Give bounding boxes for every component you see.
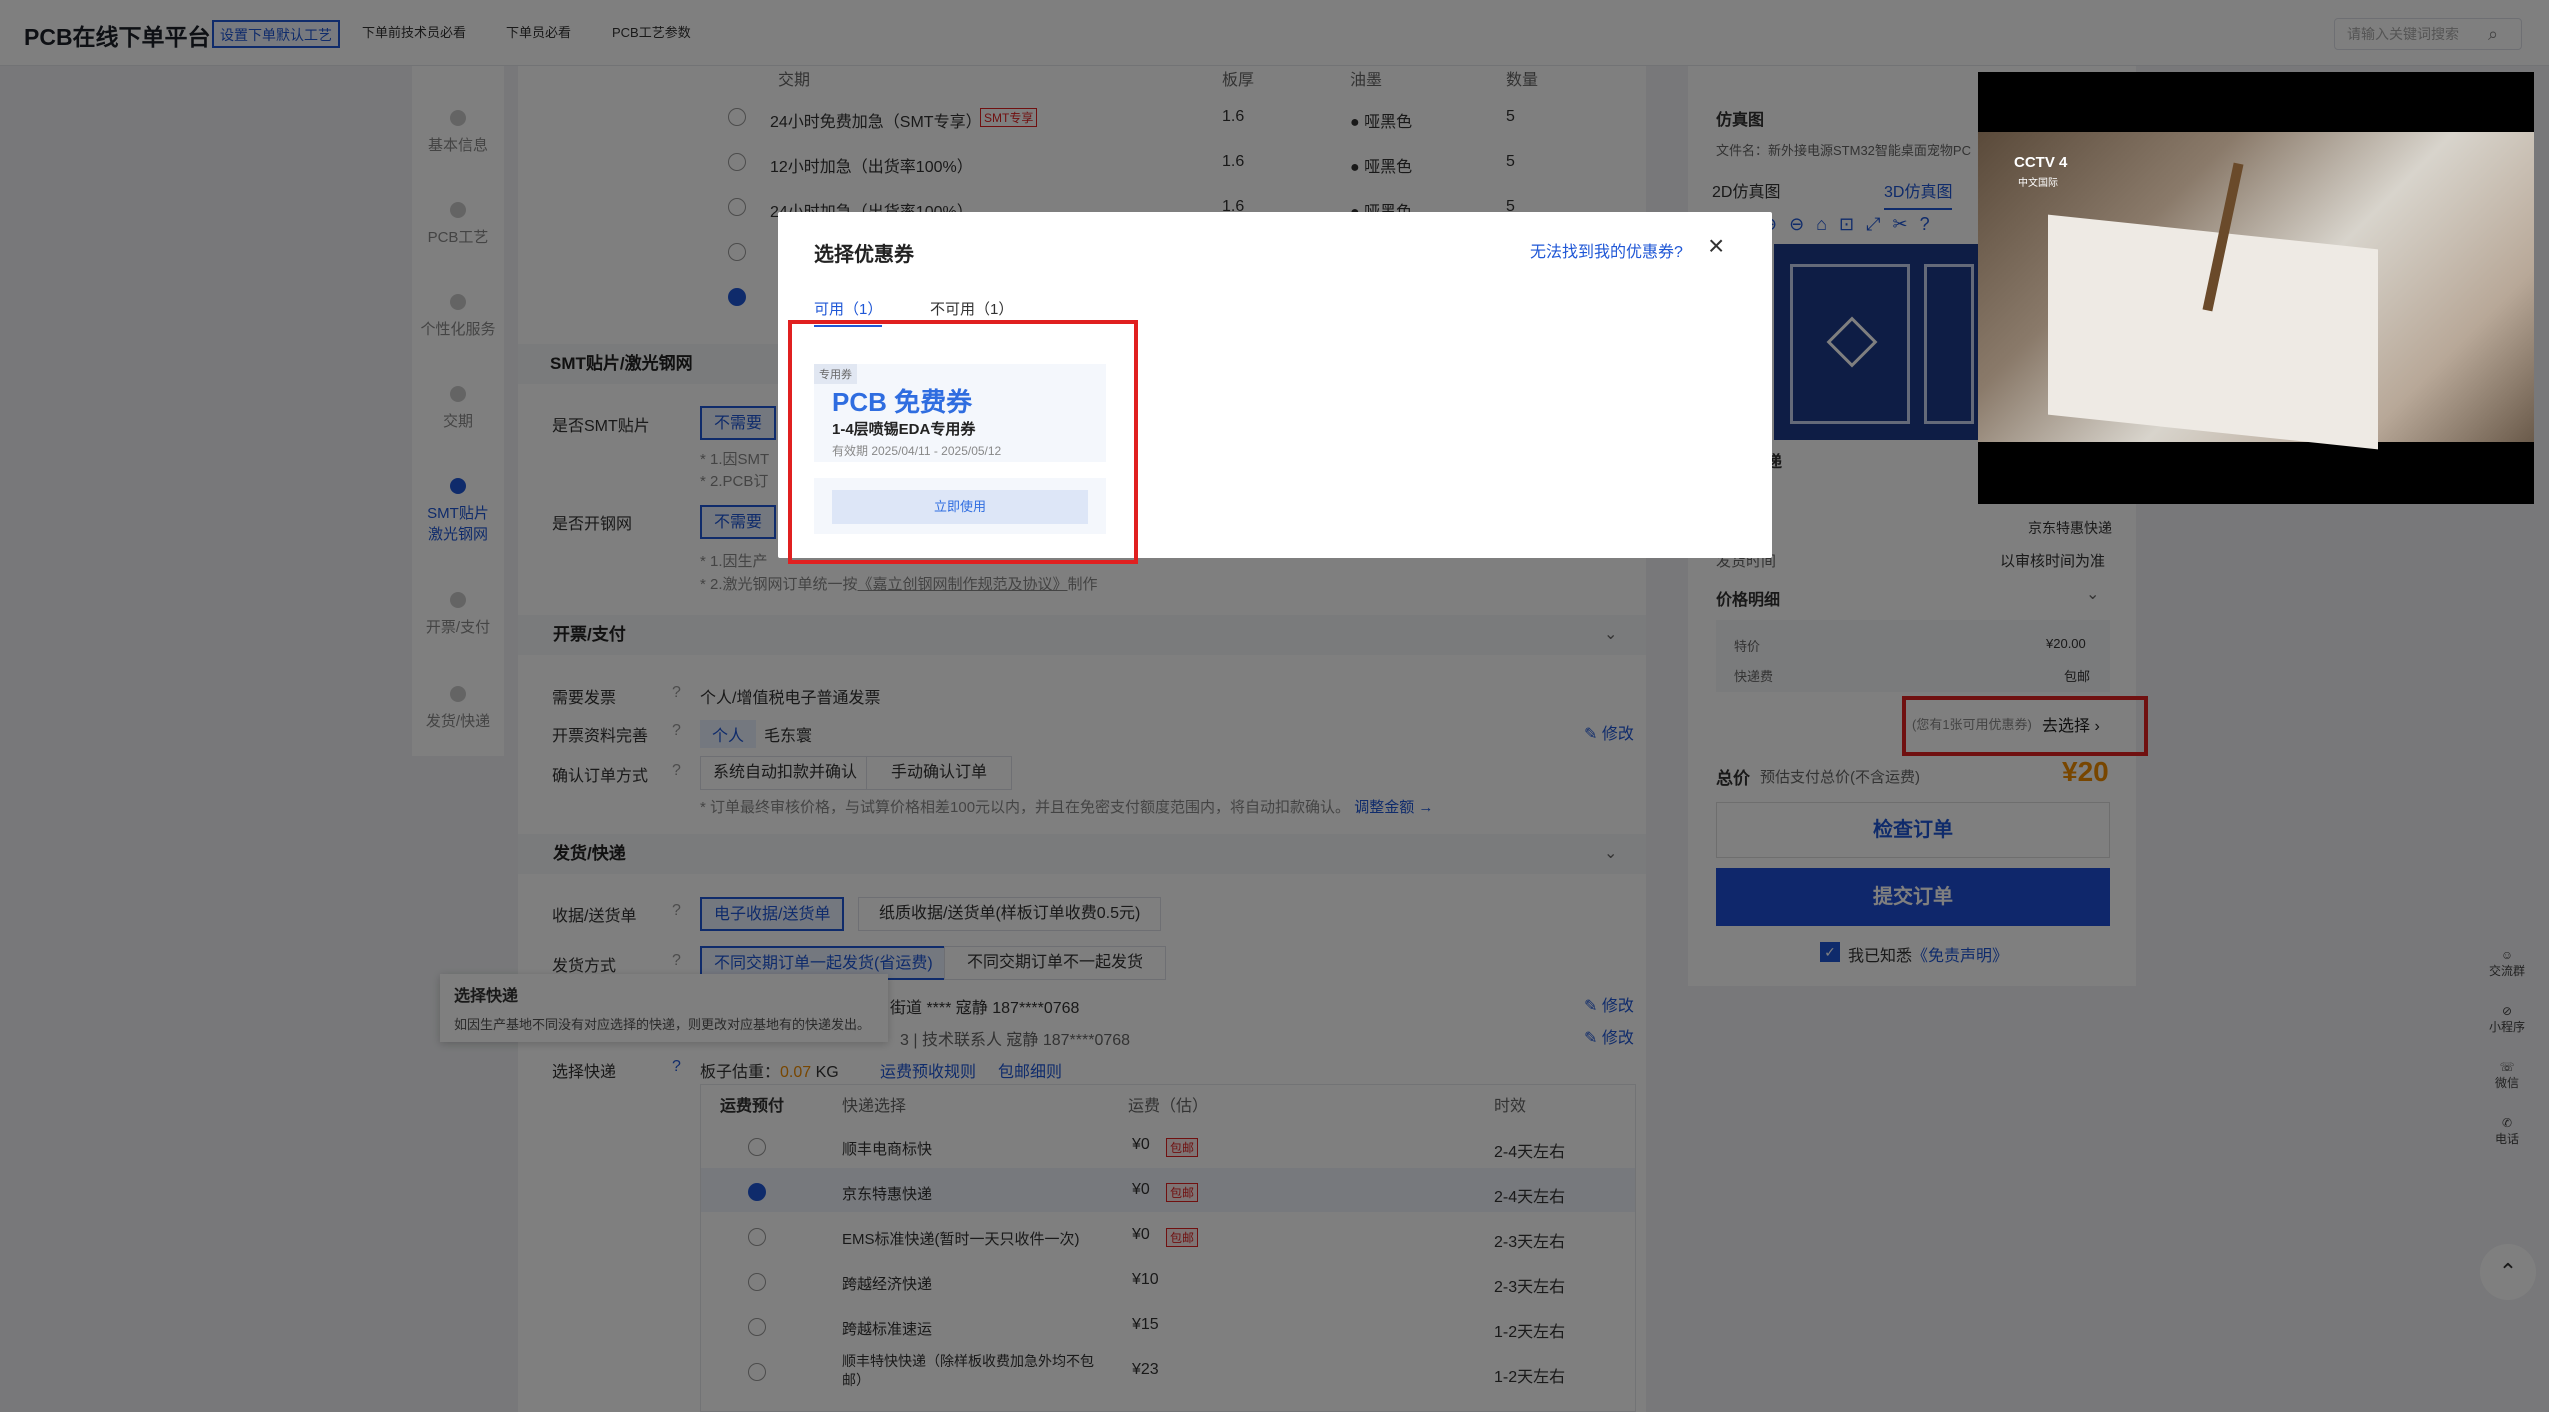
coupon-badge: 专用券 [814,364,857,384]
coupon-card: 专用券 PCB 免费券 1-4层喷锡EDA专用券 有效期 2025/04/11 … [814,364,1106,462]
paper-image [2048,214,2378,450]
coupon-title: PCB 免费券 [832,387,973,417]
video-frame [1978,132,2534,450]
coupon-modal: 选择优惠券 无法找到我的优惠券? × 可用（1） 不可用（1） 专用券 PCB … [778,212,1772,564]
video-player[interactable]: CCTV 4 中文国际 [1978,72,2534,504]
cctv-logo: CCTV 4 [2014,154,2068,171]
channel-subtitle: 中文国际 [2018,178,2058,189]
coupon-validity: 有效期 2025/04/11 - 2025/05/12 [832,444,1002,458]
use-now-button[interactable]: 立即使用 [832,490,1088,524]
tab-unavailable[interactable]: 不可用（1） [930,298,1013,319]
close-icon[interactable]: × [1708,230,1724,262]
coupon-subtitle: 1-4层喷锡EDA专用券 [832,421,976,438]
missing-coupon-link[interactable]: 无法找到我的优惠券? [1530,238,1683,262]
modal-title: 选择优惠券 [814,244,914,266]
